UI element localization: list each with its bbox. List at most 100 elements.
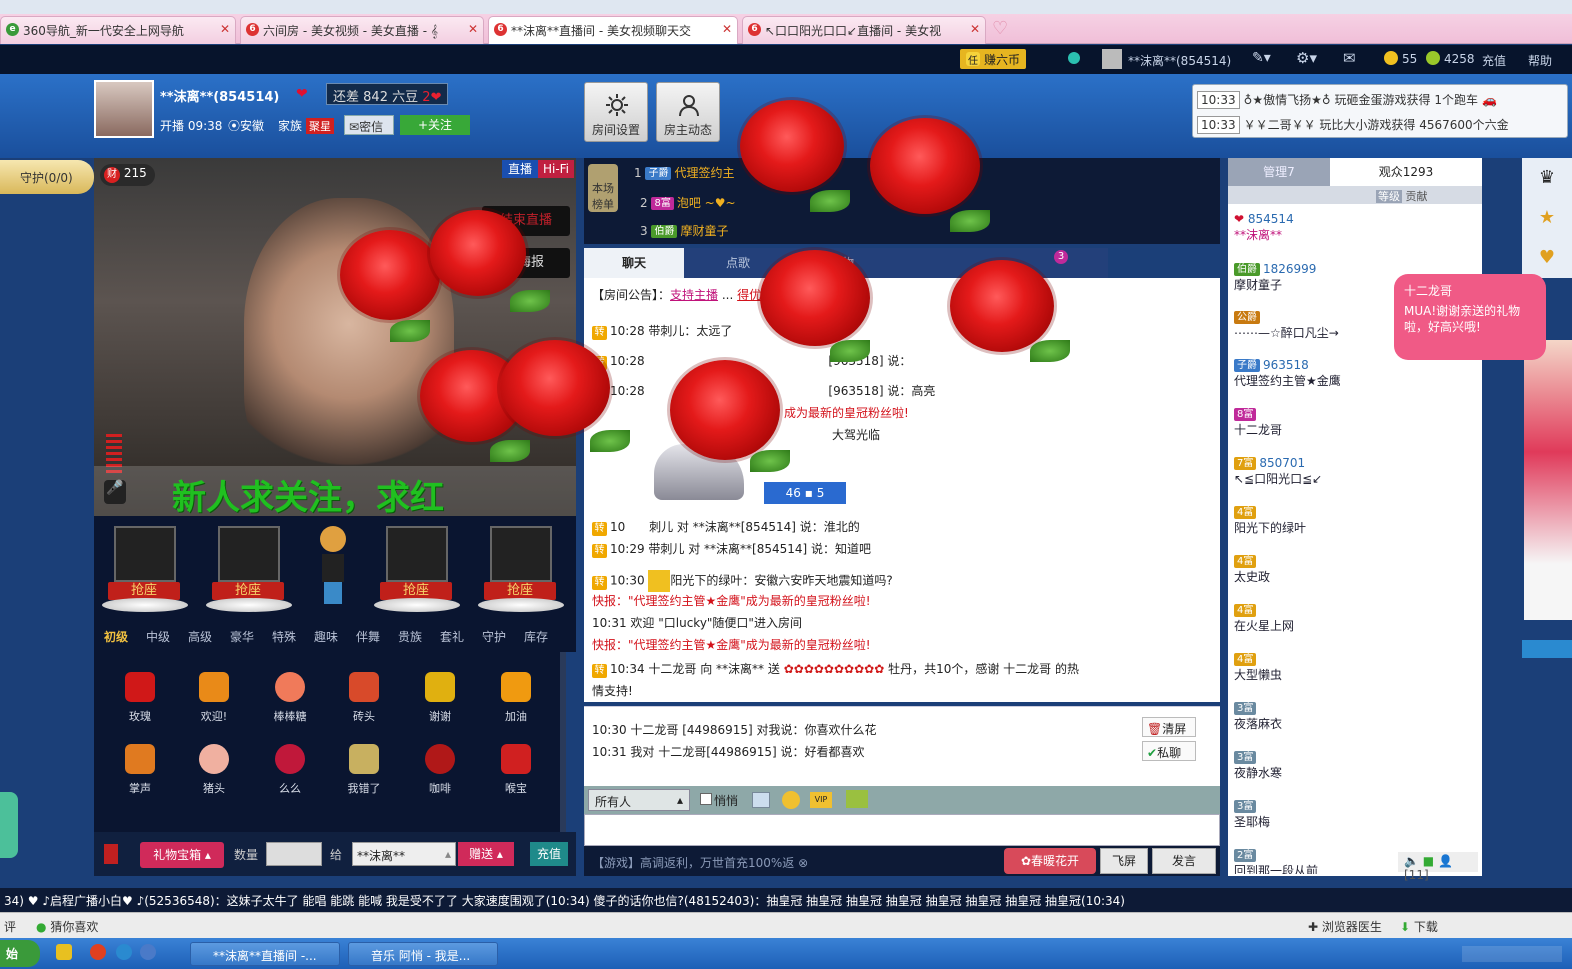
target-select[interactable]: 所有人 ▴: [588, 789, 690, 811]
help-link[interactable]: 帮助: [1528, 52, 1552, 69]
tab-gifts[interactable]: 礼物: [792, 248, 892, 278]
gift-item[interactable]: 砖头: [334, 672, 394, 724]
owner-dynamics-button[interactable]: 房主动态: [656, 82, 720, 142]
user-name[interactable]: **沫离**(854514): [1128, 52, 1231, 69]
seat-occupant-avatar[interactable]: [316, 526, 350, 606]
edit-icon[interactable]: ✎▾: [1252, 50, 1271, 66]
image-icon[interactable]: [752, 792, 770, 808]
gift-item[interactable]: 加油: [486, 672, 546, 724]
mascot-button[interactable]: [1522, 640, 1572, 658]
close-tab-icon[interactable]: ✕: [722, 22, 732, 36]
close-tab-icon[interactable]: ✕: [468, 22, 478, 36]
side-record-tab[interactable]: [0, 792, 18, 858]
guess-you-like[interactable]: ● 猜你喜欢: [36, 918, 98, 935]
gift-category-tab[interactable]: 趣味: [314, 628, 338, 645]
seat-slot[interactable]: 抢座: [98, 526, 190, 618]
gift-item[interactable]: 欢迎!: [184, 672, 244, 724]
game-ad[interactable]: 【游戏】高调返利，万世首充100%返 ⊗: [592, 854, 808, 871]
gift-item[interactable]: 棒棒糖: [260, 672, 320, 724]
user-list-item[interactable]: 3富 圣耶梅: [1234, 799, 1474, 830]
user-list-item[interactable]: ❤ 854514 **沫离**: [1234, 212, 1474, 243]
mail-icon[interactable]: ✉: [1343, 49, 1356, 67]
close-tab-icon[interactable]: ✕: [970, 22, 980, 36]
gift-scrollbar[interactable]: [560, 652, 566, 832]
send-message-button[interactable]: 发言: [1152, 848, 1216, 874]
gift-item[interactable]: 玫瑰: [110, 672, 170, 724]
recharge-link[interactable]: 充值: [1482, 52, 1506, 69]
user-avatar[interactable]: [1102, 49, 1122, 69]
recipient-select[interactable]: **沫离** ▴: [352, 842, 456, 866]
taskbar-item[interactable]: **沫离**直播间 -...: [190, 942, 340, 966]
browser-tab[interactable]: 6 ↖口口阳光口口↙直播间 - 美女视 ✕: [742, 16, 986, 44]
star-icon[interactable]: ★: [1522, 198, 1572, 238]
video-player[interactable]: 财 215 直播 Hi-Fi 结束直播 海报 🎤 新人求关注，求红: [94, 158, 576, 516]
gift-item[interactable]: 么么: [260, 744, 320, 796]
start-button[interactable]: 始: [0, 940, 40, 967]
gift-category-tab[interactable]: 守护: [482, 628, 506, 645]
gift-item[interactable]: 猪头: [184, 744, 244, 796]
chat-input[interactable]: [584, 814, 1220, 846]
browser-tab[interactable]: 6 六间房 - 美女视频 - 美女直播 - 𝄞 ✕: [240, 16, 484, 44]
seat-slot[interactable]: 抢座: [370, 526, 462, 618]
user-list-item[interactable]: 子爵 963518 代理签约主管★金鹰: [1234, 358, 1474, 389]
user-list-item[interactable]: 3富 夜静水寒: [1234, 750, 1474, 781]
user-list-item[interactable]: 4富 太史政: [1234, 554, 1474, 585]
gift-category-tab[interactable]: 套礼: [440, 628, 464, 645]
system-tray[interactable]: [1462, 946, 1562, 962]
gift-category-tab[interactable]: 高级: [188, 628, 212, 645]
microphone-icon[interactable]: 🎤: [104, 480, 126, 504]
emoji-icon[interactable]: [782, 791, 800, 809]
follow-button[interactable]: +关注: [400, 115, 470, 135]
user-list-item[interactable]: 3富 夜落麻衣: [1234, 701, 1474, 732]
whisper-checkbox[interactable]: [700, 793, 712, 805]
rank-row[interactable]: 3 伯爵 摩财童子: [640, 222, 728, 239]
user-list-item[interactable]: 7富 850701 ↖≦口阳光口≦↙: [1234, 456, 1474, 487]
gift-box-button[interactable]: 礼物宝箱 ▴: [140, 842, 224, 868]
sort-options[interactable]: 等级 贡献: [1376, 188, 1428, 204]
close-tab-icon[interactable]: ✕: [220, 22, 230, 36]
gift-category-tab[interactable]: 初级: [104, 628, 128, 645]
family-tag[interactable]: 聚星: [306, 118, 334, 134]
fly-screen-button[interactable]: 飞屏: [1100, 848, 1148, 874]
notice-link[interactable]: 支持主播: [670, 288, 718, 302]
browser-tab-active[interactable]: 6 **沫离**直播间 - 美女视频聊天交 ✕: [488, 16, 738, 44]
earn-coin-button[interactable]: 任赚六币: [960, 49, 1027, 69]
gift-category-tab[interactable]: 特殊: [272, 628, 296, 645]
end-live-button[interactable]: 结束直播: [482, 206, 570, 236]
user-list-item[interactable]: 4富 阳光下的绿叶: [1234, 505, 1474, 536]
chrome-icon[interactable]: [90, 944, 106, 960]
gift-category-tab[interactable]: 库存: [524, 628, 548, 645]
sort-level[interactable]: 等级: [1376, 190, 1402, 203]
speaker-icon[interactable]: 🔈: [1404, 854, 1419, 868]
browser-tab[interactable]: e 360导航_新一代安全上网导航 ✕: [0, 16, 236, 44]
gear-icon[interactable]: ⚙▾: [1296, 49, 1317, 67]
user-list-item[interactable]: 4富 在火星上网: [1234, 603, 1474, 634]
gift-category-tab[interactable]: 贵族: [398, 628, 422, 645]
close-icon[interactable]: ⊗: [798, 856, 808, 870]
ie-icon[interactable]: [140, 944, 156, 960]
new-tab-heart-icon[interactable]: ♡: [992, 18, 1014, 39]
tab-song-request[interactable]: 点歌: [688, 248, 788, 278]
secret-message-button[interactable]: ✉密信: [344, 115, 394, 135]
clear-screen-button[interactable]: 🗑清屏: [1142, 717, 1196, 737]
gift-item[interactable]: 喉宝: [486, 744, 546, 796]
gift-category-tab[interactable]: 中级: [146, 628, 170, 645]
browser-icon[interactable]: [116, 944, 132, 960]
vip-emoji-icon[interactable]: VIP: [810, 792, 832, 808]
quicklaunch-icon[interactable]: [56, 944, 72, 960]
gift-category-tab[interactable]: 伴舞: [356, 628, 380, 645]
crown-icon[interactable]: ♛: [1522, 158, 1572, 198]
seat-slot[interactable]: 抢座: [474, 526, 566, 618]
gift-item[interactable]: 掌声: [110, 744, 170, 796]
spring-flower-button[interactable]: ✿春暖花开: [1004, 848, 1096, 874]
user-list-item[interactable]: 8富 十二龙哥: [1234, 407, 1474, 438]
gift-item[interactable]: 我错了: [334, 744, 394, 796]
tab-chat[interactable]: 聊天: [584, 248, 684, 278]
online-status-icon[interactable]: [1068, 52, 1080, 64]
rank-row[interactable]: 2 8富 泡吧 ~♥~: [640, 194, 736, 211]
room-settings-button[interactable]: 房间设置: [584, 82, 648, 142]
gift-item[interactable]: 咖啡: [410, 744, 470, 796]
anchor-avatar[interactable]: [94, 80, 154, 138]
seat-slot[interactable]: 抢座: [202, 526, 294, 618]
user-list-item[interactable]: 4富 大型懒虫: [1234, 652, 1474, 683]
